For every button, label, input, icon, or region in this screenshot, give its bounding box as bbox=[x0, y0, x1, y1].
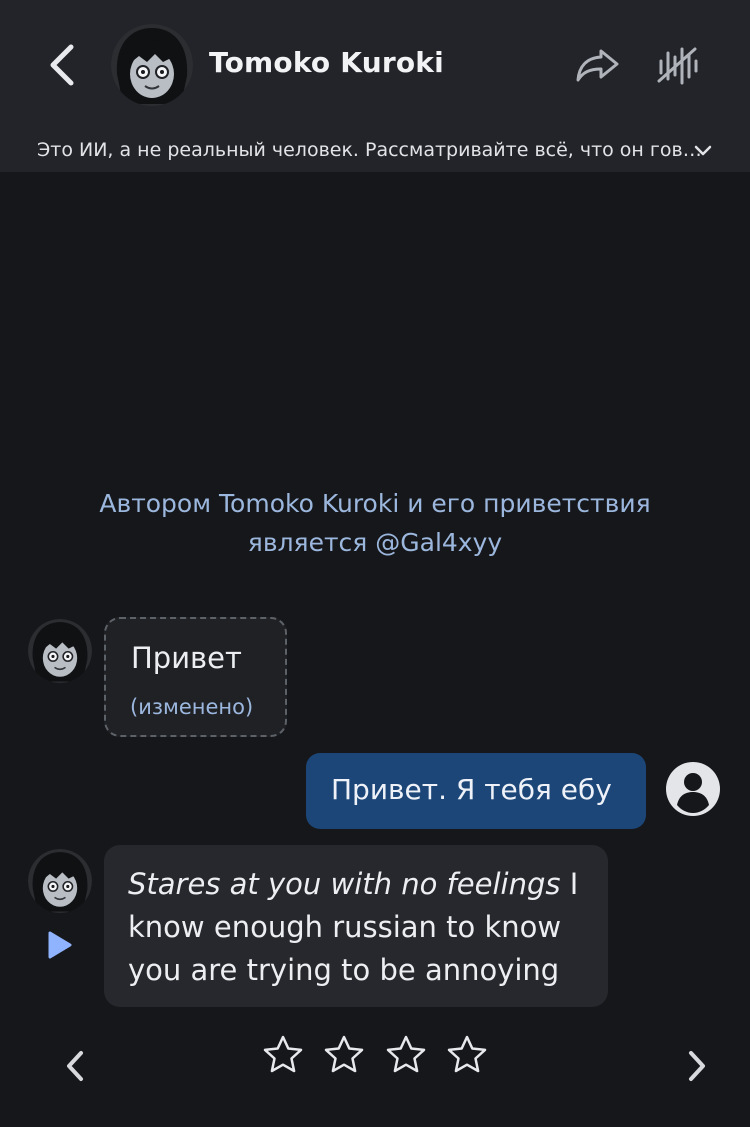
character-avatar-small[interactable] bbox=[28, 619, 92, 683]
rating-star-1[interactable] bbox=[260, 1032, 306, 1078]
rating-star-4[interactable] bbox=[444, 1032, 490, 1078]
character-avatar-small[interactable] bbox=[28, 849, 92, 913]
share-icon bbox=[576, 49, 619, 82]
user-icon bbox=[666, 762, 720, 816]
disclaimer-text: Это ИИ, а не реальный человек. Рассматри… bbox=[37, 139, 702, 161]
creator-note-line2[interactable]: является @Gal4xyy bbox=[0, 523, 750, 562]
user-avatar[interactable] bbox=[665, 761, 721, 817]
play-audio-button[interactable] bbox=[42, 928, 76, 962]
voice-off-icon bbox=[657, 47, 698, 85]
character-message-bubble[interactable]: Привет (изменено) bbox=[104, 617, 287, 737]
rating-star-3[interactable] bbox=[383, 1032, 429, 1078]
character-message-bubble[interactable]: Stares at you with no feelings I know en… bbox=[104, 845, 608, 1007]
chat-header: Tomoko Kuroki bbox=[0, 0, 750, 128]
star-outline-icon bbox=[386, 1035, 425, 1073]
chevron-down-icon bbox=[694, 145, 712, 156]
rating-star-2[interactable] bbox=[321, 1032, 367, 1078]
previous-response-button[interactable] bbox=[58, 1046, 92, 1086]
chevron-left-icon bbox=[67, 1051, 83, 1081]
message-text: Привет bbox=[131, 641, 242, 675]
message-text: Stares at you with no feelings I know en… bbox=[128, 863, 598, 992]
share-button[interactable] bbox=[572, 42, 624, 88]
creator-note: Автором Tomoko Kuroki и его приветствия … bbox=[0, 484, 750, 562]
star-outline-icon bbox=[325, 1035, 364, 1073]
user-message-bubble[interactable]: Привет. Я тебя ебу bbox=[306, 753, 646, 829]
rating-stars bbox=[260, 1032, 490, 1078]
chevron-right-icon bbox=[689, 1051, 705, 1081]
back-button[interactable] bbox=[40, 40, 84, 90]
expand-disclaimer-button[interactable] bbox=[690, 138, 716, 164]
star-outline-icon bbox=[447, 1035, 487, 1073]
play-icon bbox=[48, 931, 72, 959]
creator-note-line1: Автором Tomoko Kuroki и его приветствия bbox=[99, 489, 651, 518]
character-avatar[interactable] bbox=[111, 24, 193, 106]
message-text: Привет. Я тебя ебу bbox=[331, 773, 612, 806]
ai-disclaimer-banner[interactable]: Это ИИ, а не реальный человек. Рассматри… bbox=[0, 128, 750, 172]
character-name[interactable]: Tomoko Kuroki bbox=[209, 46, 444, 79]
voice-toggle-button[interactable] bbox=[652, 40, 702, 90]
edited-label: (изменено) bbox=[130, 695, 254, 719]
star-outline-icon bbox=[263, 1035, 303, 1073]
message-italic-text: Stares at you with no feelings bbox=[128, 867, 561, 901]
next-response-button[interactable] bbox=[680, 1046, 714, 1086]
chevron-left-icon bbox=[50, 44, 74, 86]
